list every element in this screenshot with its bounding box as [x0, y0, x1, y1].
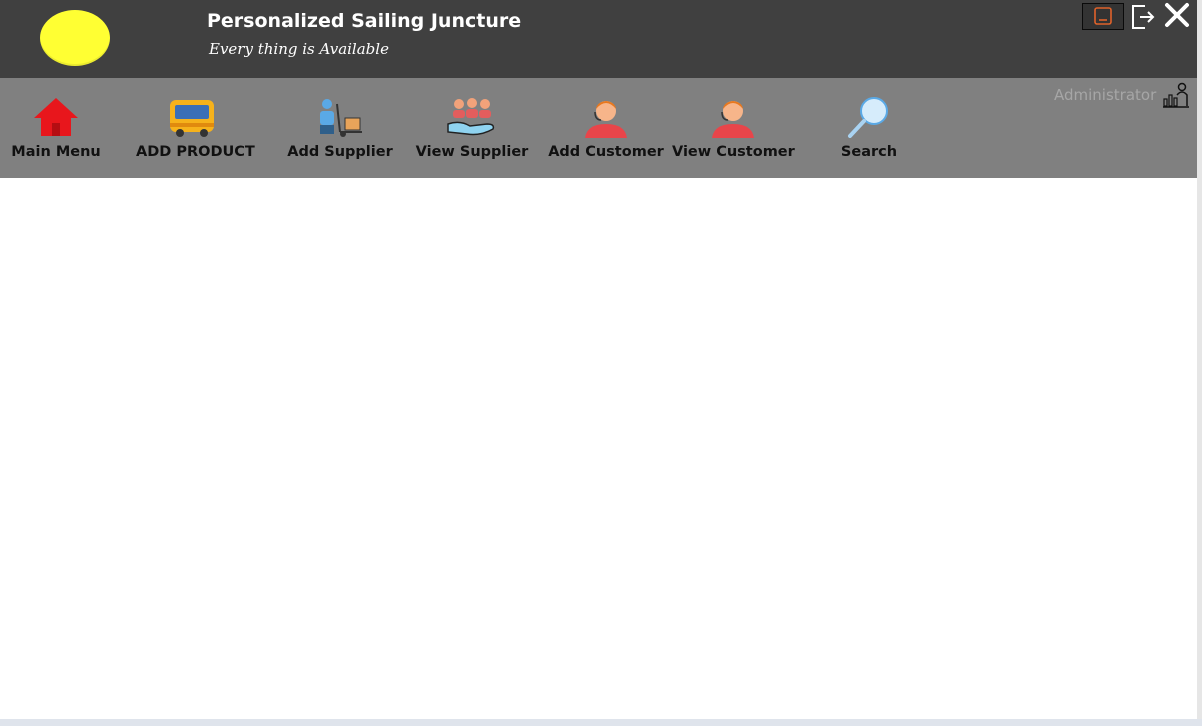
- toolbar-view-customer-button[interactable]: View Customer: [672, 78, 795, 178]
- app-logo: [40, 10, 110, 66]
- toolbar-view-customer-label: View Customer: [672, 144, 795, 160]
- toolbar-view-supplier-label: View Supplier: [415, 144, 529, 160]
- toolbar-search-button[interactable]: Search: [824, 78, 914, 178]
- group-hand-icon: [447, 98, 495, 136]
- toolbar-add-customer-button[interactable]: Add Customer: [547, 78, 665, 178]
- close-icon: [1165, 3, 1189, 27]
- admin-chart-icon: [1163, 82, 1189, 108]
- home-icon: [34, 98, 78, 136]
- logout-icon: [1132, 5, 1155, 29]
- admin-button[interactable]: [1162, 82, 1190, 108]
- toolbar-add-product-button[interactable]: ADD PRODUCT: [136, 78, 255, 178]
- minimize-icon: [1094, 7, 1112, 25]
- user-role-label: Administrator: [1054, 86, 1157, 104]
- toolbar-main-menu-label: Main Menu: [11, 144, 101, 160]
- main-toolbar: Main Menu ADD PRODUCT Add Supplier View …: [0, 78, 1197, 178]
- app-title: Personalized Sailing Juncture: [207, 10, 522, 32]
- minimize-button[interactable]: [1082, 3, 1124, 30]
- title-bar: Personalized Sailing Juncture Every thin…: [0, 0, 1197, 78]
- logout-button[interactable]: [1130, 3, 1156, 31]
- toolbar-add-supplier-button[interactable]: Add Supplier: [285, 78, 395, 178]
- toolbar-add-product-label: ADD PRODUCT: [136, 144, 255, 160]
- app-subtitle: Every thing is Available: [209, 40, 389, 58]
- toolbar-main-menu-button[interactable]: Main Menu: [6, 78, 106, 178]
- customer-support-icon: [585, 101, 627, 138]
- bus-icon: [170, 100, 214, 137]
- window-bottom-edge: [0, 719, 1202, 726]
- customer-support-icon: [712, 101, 754, 138]
- magnifier-icon: [848, 97, 888, 138]
- window-right-edge: [1197, 0, 1202, 726]
- toolbar-search-label: Search: [840, 144, 898, 160]
- close-button[interactable]: [1163, 1, 1191, 29]
- toolbar-add-customer-label: Add Customer: [548, 144, 664, 160]
- toolbar-add-supplier-label: Add Supplier: [287, 144, 393, 160]
- main-content-area: [0, 178, 1197, 718]
- toolbar-view-supplier-button[interactable]: View Supplier: [414, 78, 530, 178]
- supplier-icon: [320, 99, 362, 137]
